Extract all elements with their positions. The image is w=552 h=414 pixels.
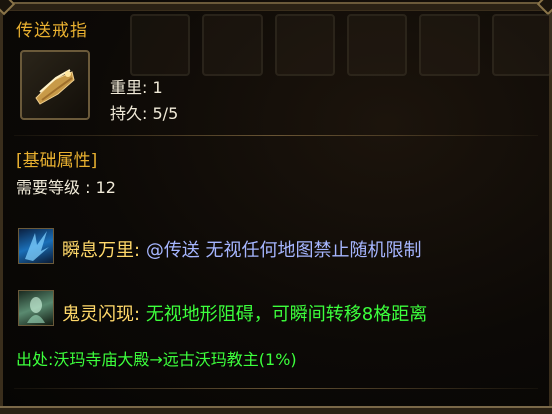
weight-label: 重里: (110, 78, 148, 97)
weight-stat: 重里: 1 (110, 74, 163, 98)
skill-description: @传送 无视任何地图禁止随机限制 (145, 240, 422, 261)
divider (14, 388, 538, 389)
skill-row-phantom: 鬼灵闪现: 无视地形阻碍，可瞬间转移8格距离 (62, 300, 427, 326)
equipment-slot (491, 14, 552, 76)
frame-bottom-border (0, 406, 552, 414)
weight-value: 1 (152, 78, 163, 97)
skill-row-teleport: 瞬息万里: @传送 无视任何地图禁止随机限制 (62, 236, 422, 262)
skill-name: 瞬息万里: (62, 240, 141, 261)
equipment-slot (274, 14, 335, 76)
skill-description: 无视地形阻碍，可瞬间转移8格距离 (145, 304, 428, 325)
durability-stat: 持久: 5/5 (110, 100, 178, 124)
required-level: 需要等级 : 12 (16, 178, 116, 197)
skill-name: 鬼灵闪现: (62, 304, 141, 325)
item-name: 传送戒指 (16, 21, 88, 41)
equipment-slot (202, 14, 263, 76)
base-attributes-header: [基础属性] (16, 151, 98, 171)
equipment-slot (130, 14, 191, 76)
equipment-slot (419, 14, 480, 76)
frame-top-border (4, 2, 548, 11)
teleport-skill-icon (18, 228, 54, 264)
divider (14, 135, 538, 136)
item-source: 出处:沃玛寺庙大殿→远古沃玛教主(1%) (16, 350, 297, 369)
equipment-slot (346, 14, 408, 76)
durability-value: 5/5 (152, 104, 179, 123)
ring-item-icon (20, 50, 90, 120)
durability-label: 持久: (110, 104, 148, 123)
phantom-skill-icon (18, 290, 54, 326)
background-equipment-slots (130, 14, 552, 76)
item-tooltip-panel: 传送戒指 重里: 1 持久: 5/5 [基础属性] 需要等级 : 12 瞬息万里… (0, 0, 552, 414)
frame-left-border (0, 0, 3, 414)
